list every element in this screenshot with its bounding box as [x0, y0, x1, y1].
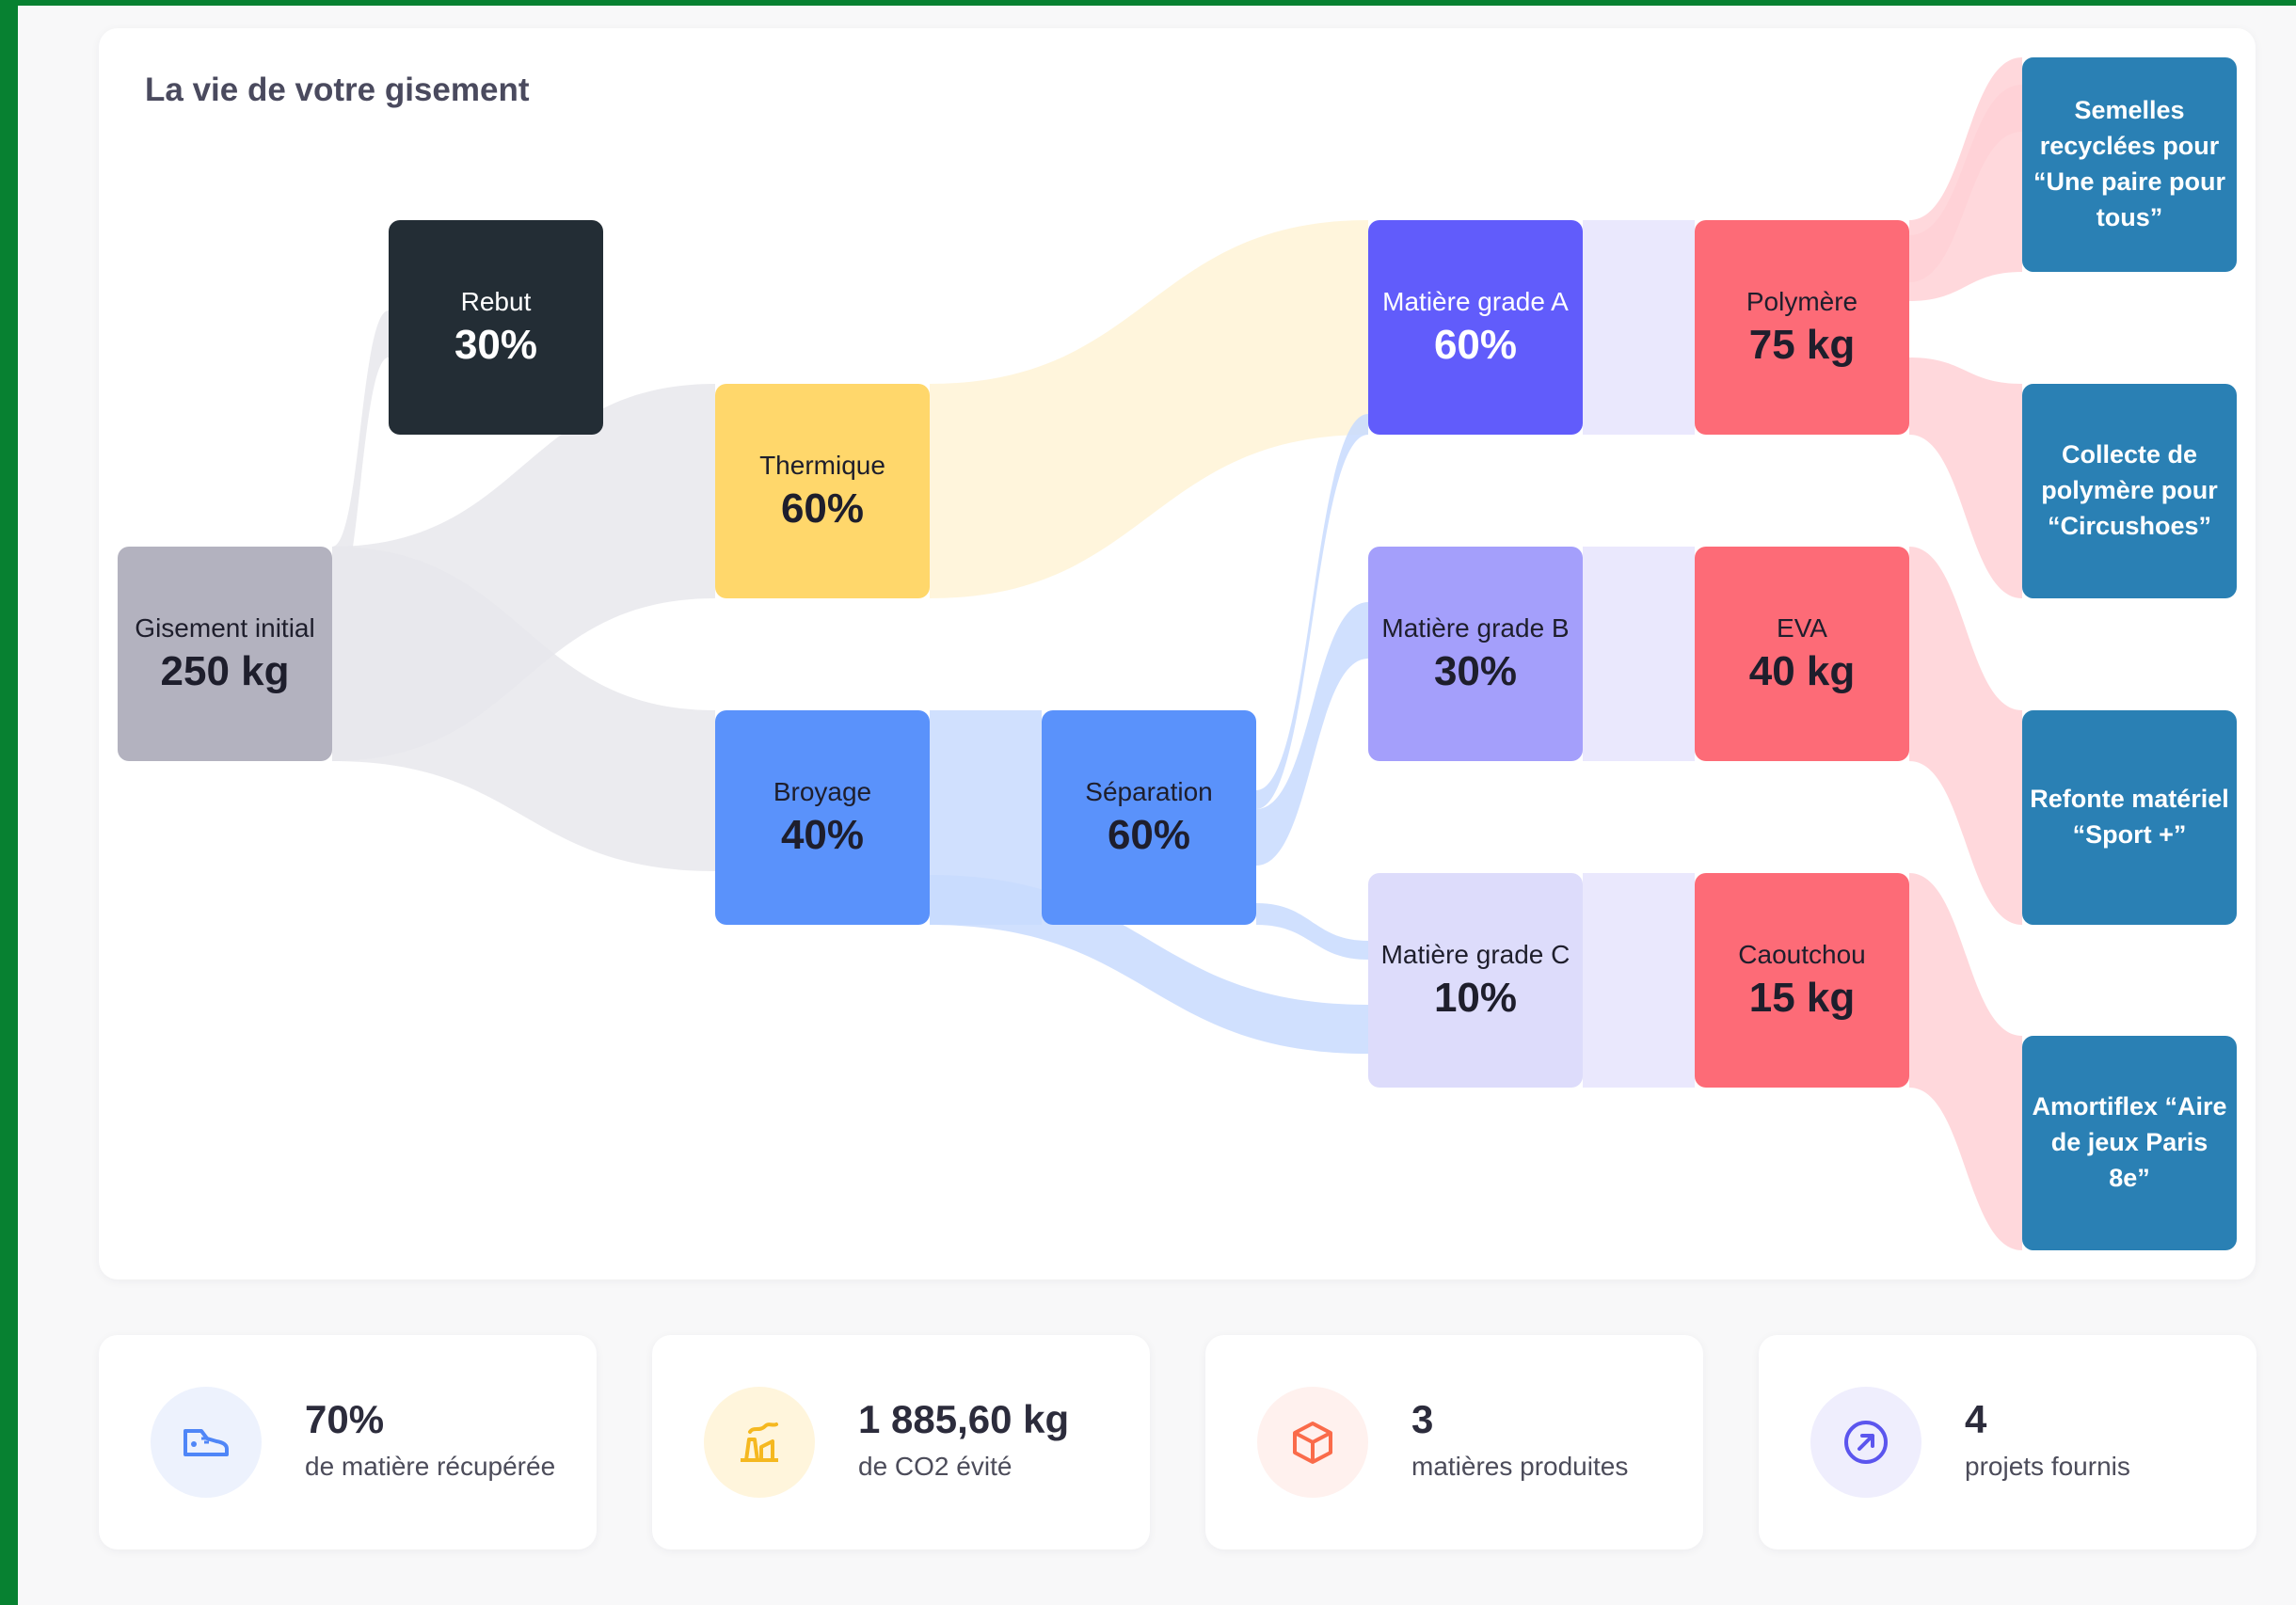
flow-links — [332, 57, 2022, 1250]
node-label: Gisement initial — [135, 613, 315, 644]
node-label: Rebut — [460, 287, 532, 317]
box-icon — [1257, 1387, 1368, 1498]
arrow-circle-icon — [1810, 1387, 1921, 1498]
stat-value: 1 885,60 kg — [858, 1397, 1070, 1441]
node-caoutchou: Caoutchou 15 kg — [1695, 873, 1909, 1088]
node-label: Matière grade A — [1382, 287, 1569, 317]
node-separation: Séparation 60% — [1042, 710, 1256, 925]
node-broyage: Broyage 40% — [715, 710, 930, 925]
node-label: Broyage — [773, 777, 872, 807]
shoe-icon — [151, 1387, 262, 1498]
node-value: 15 kg — [1748, 974, 1856, 1021]
flow-separation-grade-c — [1256, 903, 1368, 960]
stat-value: 70% — [305, 1397, 385, 1441]
node-thermique: Thermique 60% — [715, 384, 930, 598]
node-grade-a: Matière grade A 60% — [1368, 220, 1583, 435]
node-eva: EVA 40 kg — [1695, 547, 1909, 761]
flow-grade-a-polymere — [1583, 220, 1695, 435]
stat-label: de matière récupérée — [305, 1452, 556, 1481]
stat-label: projets fournis — [1965, 1452, 2130, 1481]
node-label: Matière grade C — [1380, 940, 1571, 970]
project-node: Amortiflex “Aire de jeux Paris 8e” — [2022, 1036, 2237, 1250]
node-polymere: Polymère 75 kg — [1695, 220, 1909, 435]
node-label: Thermique — [759, 451, 885, 481]
flow-thermique-grade-a — [930, 220, 1368, 598]
stat-label: matières produites — [1411, 1452, 1629, 1481]
stat-value: 3 — [1411, 1397, 1434, 1441]
factory-icon — [704, 1387, 815, 1498]
node-rebut: Rebut 30% — [389, 220, 603, 435]
stat-label: de CO2 évité — [858, 1452, 1012, 1481]
flow-grade-b-eva — [1583, 547, 1695, 761]
node-value: 60% — [1433, 321, 1518, 368]
stat-card-materials: 3 matières produites — [1205, 1335, 1703, 1549]
node-label: Séparation — [1085, 777, 1213, 807]
flow-grade-c-caoutchou — [1583, 873, 1695, 1088]
node-grade-c: Matière grade C 10% — [1368, 873, 1583, 1088]
stat-card-projects: 4 projets fournis — [1759, 1335, 2256, 1549]
node-value: 30% — [454, 321, 538, 368]
stat-card-recovered: 70% de matière récupérée — [99, 1335, 597, 1549]
project-node: Refonte matériel “Sport +” — [2022, 710, 2237, 925]
node-value: 40 kg — [1748, 647, 1856, 694]
node-value: 75 kg — [1748, 321, 1856, 368]
node-grade-b: Matière grade B 30% — [1368, 547, 1583, 761]
flow-separation-grade-b — [1256, 602, 1368, 866]
node-value: 250 kg — [160, 647, 290, 694]
node-label: EVA — [1777, 613, 1827, 644]
flow-eva-project-3 — [1909, 547, 2022, 925]
node-value: 40% — [780, 811, 865, 858]
node-value: 30% — [1433, 647, 1518, 694]
node-value: 10% — [1433, 974, 1518, 1021]
stat-card-co2: 1 885,60 kg de CO2 évité — [652, 1335, 1150, 1549]
node-label: Matière grade B — [1381, 613, 1570, 644]
node-gisement: Gisement initial 250 kg — [118, 547, 332, 761]
node-label: Caoutchou — [1738, 940, 1866, 970]
node-value: 60% — [1107, 811, 1191, 858]
flow-caoutchou-project-4 — [1909, 873, 2022, 1250]
stat-value: 4 — [1965, 1397, 1987, 1441]
project-node: Semelles recyclées pour “Une paire pour … — [2022, 57, 2237, 272]
node-label: Polymère — [1746, 287, 1858, 317]
node-value: 60% — [780, 485, 865, 532]
project-node: Collecte de polymère pour “Circushoes” — [2022, 384, 2237, 598]
